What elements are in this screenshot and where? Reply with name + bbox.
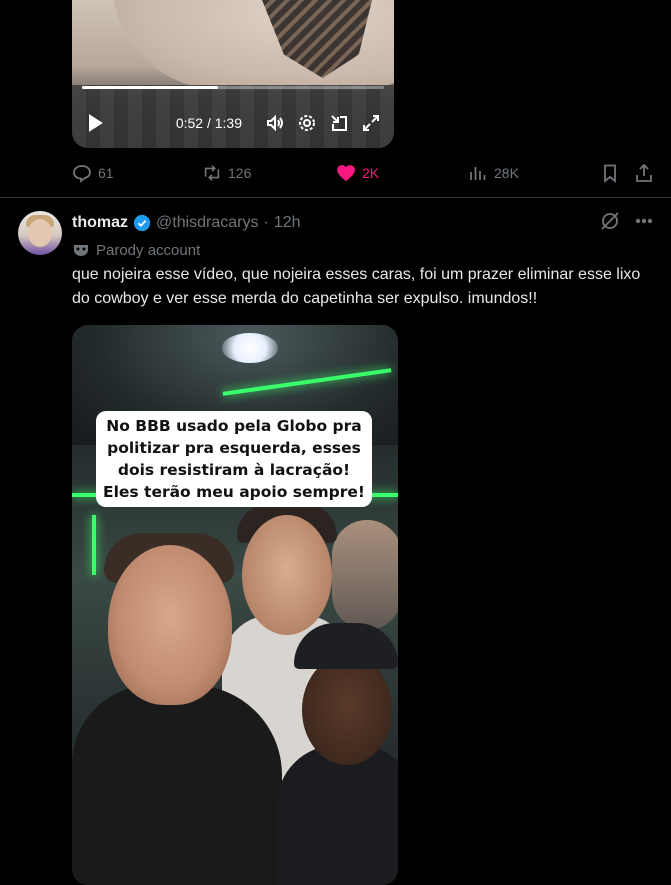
avatar-face [28,219,52,247]
tweet-text: que nojeira esse vídeo, que nojeira esse… [72,266,641,307]
play-icon[interactable] [84,112,106,134]
person-body [277,745,398,885]
heart-icon [337,165,355,182]
bookmark-icon [604,164,616,183]
view-count: 28K [494,165,519,181]
person-body [72,685,282,885]
person-face [242,515,332,635]
separator-dot: · [263,214,269,231]
user-handle[interactable]: @thisdracarys [156,214,259,232]
video-progress-fill [82,86,218,89]
tweet-video[interactable]: No BBB usado pela Globo pra politizar pr… [72,325,398,885]
analytics-icon [470,167,486,180]
parody-text: Parody account [96,241,201,259]
video-ceiling-light [222,333,278,363]
like-button[interactable]: 2K [336,163,379,183]
mask-icon [72,242,90,258]
fullscreen-icon[interactable] [360,112,382,134]
previous-tweet-video[interactable]: 0:52 / 1:39 [72,0,394,148]
reply-button[interactable]: 61 [72,163,114,183]
previous-tweet-actions: 61 126 2K 28K [72,160,653,186]
parody-label: Parody account [72,240,200,260]
person-face [302,655,392,765]
settings-icon[interactable] [296,112,318,134]
repost-button[interactable]: 126 [202,163,251,183]
tweet-header: thomaz @thisdracarys · 12h [72,212,301,234]
grok-icon[interactable] [599,210,621,237]
bookmark-button[interactable] [600,163,620,183]
neon-line [92,515,96,575]
display-name[interactable]: thomaz [72,214,128,232]
avatar[interactable] [18,211,62,255]
reply-icon [73,165,91,183]
reply-count: 61 [98,165,114,181]
tweet-top-actions [599,210,655,237]
video-progress-bar[interactable] [82,86,384,89]
share-icon [636,163,652,182]
person-face [108,545,232,705]
share-button[interactable] [634,163,654,183]
tweet-time[interactable]: 12h [274,214,301,232]
minimize-icon[interactable] [328,112,350,134]
video-time: 0:52 / 1:39 [175,115,242,131]
tweet-divider [0,197,671,198]
more-options-icon[interactable] [633,210,655,237]
video-caption: No BBB usado pela Globo pra politizar pr… [96,411,372,507]
views-button[interactable]: 28K [468,163,519,183]
like-count: 2K [362,165,380,181]
volume-icon[interactable] [264,112,286,134]
background-person [332,520,398,630]
video-controls: 0:52 / 1:39 [72,98,394,148]
repost-count: 126 [228,165,252,181]
repost-icon [204,165,220,181]
verified-badge-icon[interactable] [133,214,151,232]
